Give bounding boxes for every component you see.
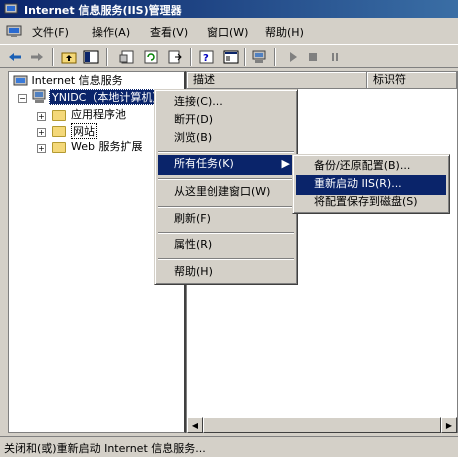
forward-arrow-icon[interactable] [28, 48, 46, 66]
tree-computer-label: YNIDC（本地计算机） [52, 91, 164, 104]
column-description-label: 描述 [193, 73, 215, 86]
help-icon[interactable]: ? [198, 48, 216, 66]
menu-bar: 文件(F) 操作(A) 查看(V) 窗口(W) 帮助(H) [0, 20, 458, 42]
menu-item-connect[interactable]: 连接(C)... [158, 93, 294, 113]
scroll-left-button[interactable]: ◀ [187, 417, 203, 433]
column-header-description[interactable]: 描述 [187, 72, 367, 89]
all-tasks-submenu: 备份/还原配置(B)... 重新启动 IIS(R)... 将配置保存到磁盘(S) [292, 154, 450, 214]
menu-window[interactable]: 窗口(W) [207, 24, 248, 40]
column-header-identifier[interactable]: 标识符 [367, 72, 457, 89]
tree-item-computer[interactable]: YNIDC（本地计算机） [49, 89, 167, 105]
menu-item-help[interactable]: 帮助(H) [158, 263, 294, 283]
export-icon[interactable] [166, 48, 184, 66]
toolbar-separator [52, 48, 54, 66]
folder-icon [52, 142, 66, 153]
tree-web-ext-label: Web 服务扩展 [71, 140, 143, 153]
menu-separator [158, 151, 294, 153]
tree-app-pools-label: 应用程序池 [71, 108, 126, 121]
menu-item-properties[interactable]: 属性(R) [158, 236, 294, 256]
properties-icon[interactable] [118, 48, 136, 66]
tree-root-label: Internet 信息服务 [31, 74, 123, 87]
tree-websites-label: 网站 [73, 125, 95, 138]
menu-action[interactable]: 操作(A) [92, 24, 130, 40]
iis-icon[interactable] [6, 23, 22, 39]
toolbar-separator [190, 48, 192, 66]
refresh-icon[interactable] [142, 48, 160, 66]
menu-help[interactable]: 帮助(H) [265, 24, 304, 40]
toolbar-separator [244, 48, 246, 66]
horizontal-scrollbar[interactable]: ◀ ▶ [187, 417, 457, 433]
iis-icon [13, 75, 28, 86]
tree-expander-web-ext[interactable]: + [37, 144, 46, 153]
status-bar: 关闭和(或)重新启动 Internet 信息服务... [0, 436, 458, 457]
column-identifier-label: 标识符 [373, 73, 406, 86]
folder-icon [52, 110, 66, 121]
menu-separator [158, 178, 294, 180]
scroll-right-button[interactable]: ▶ [441, 417, 457, 433]
menu-item-disconnect[interactable]: 断开(D) [158, 111, 294, 131]
toolbar: ? [0, 44, 458, 68]
menu-separator [158, 206, 294, 208]
window-title: Internet 信息服务(IIS)管理器 [24, 4, 182, 17]
menu-item-refresh[interactable]: 刷新(F) [158, 210, 294, 230]
tree-expander-websites[interactable]: + [37, 128, 46, 137]
toolbar-separator [106, 48, 108, 66]
tree-expander-app-pools[interactable]: + [37, 112, 46, 121]
menu-item-new-window[interactable]: 从这里创建窗口(W) [158, 183, 294, 203]
menu-item-all-tasks[interactable]: 所有任务(K) ▶ [158, 155, 294, 175]
menu-item-all-tasks-label: 所有任务(K) [174, 157, 234, 170]
scroll-thumb[interactable] [203, 417, 441, 433]
pause-icon[interactable] [326, 48, 344, 66]
status-text: 关闭和(或)重新启动 Internet 信息服务... [4, 442, 206, 455]
back-arrow-icon[interactable] [6, 48, 24, 66]
up-folder-icon[interactable] [60, 48, 78, 66]
computer-icon[interactable] [250, 48, 268, 66]
tree-expander-computer[interactable]: − [18, 94, 27, 103]
menu-item-restart-iis[interactable]: 重新启动 IIS(R)... [296, 175, 446, 195]
tree-item-websites[interactable]: 网站 [71, 123, 97, 139]
tree-item-app-pools[interactable]: 应用程序池 [71, 107, 126, 123]
menu-item-save-config[interactable]: 将配置保存到磁盘(S) [296, 193, 446, 213]
stop-icon[interactable] [304, 48, 322, 66]
iis-icon [4, 3, 18, 14]
show-tree-icon[interactable] [82, 48, 100, 66]
tree-item-web-ext[interactable]: Web 服务扩展 [71, 139, 142, 155]
menu-file[interactable]: 文件(F) [32, 24, 69, 40]
toolbar-separator [274, 48, 276, 66]
menu-item-backup-restore[interactable]: 备份/还原配置(B)... [296, 157, 446, 177]
title-bar[interactable]: Internet 信息服务(IIS)管理器 [0, 0, 458, 18]
computer-icon [32, 89, 46, 103]
show-console-icon[interactable] [222, 48, 240, 66]
menu-separator [158, 258, 294, 260]
play-icon[interactable] [284, 48, 302, 66]
menu-view[interactable]: 查看(V) [150, 24, 188, 40]
svg-text:?: ? [203, 53, 209, 64]
menu-item-browse[interactable]: 浏览(B) [158, 129, 294, 149]
tree-item-root[interactable]: Internet 信息服务 [13, 73, 123, 89]
submenu-arrow-icon: ▶ [281, 157, 290, 170]
context-menu: 连接(C)... 断开(D) 浏览(B) 所有任务(K) ▶ 从这里创建窗口(W… [154, 89, 298, 285]
menu-separator [158, 232, 294, 234]
folder-icon [52, 126, 66, 137]
